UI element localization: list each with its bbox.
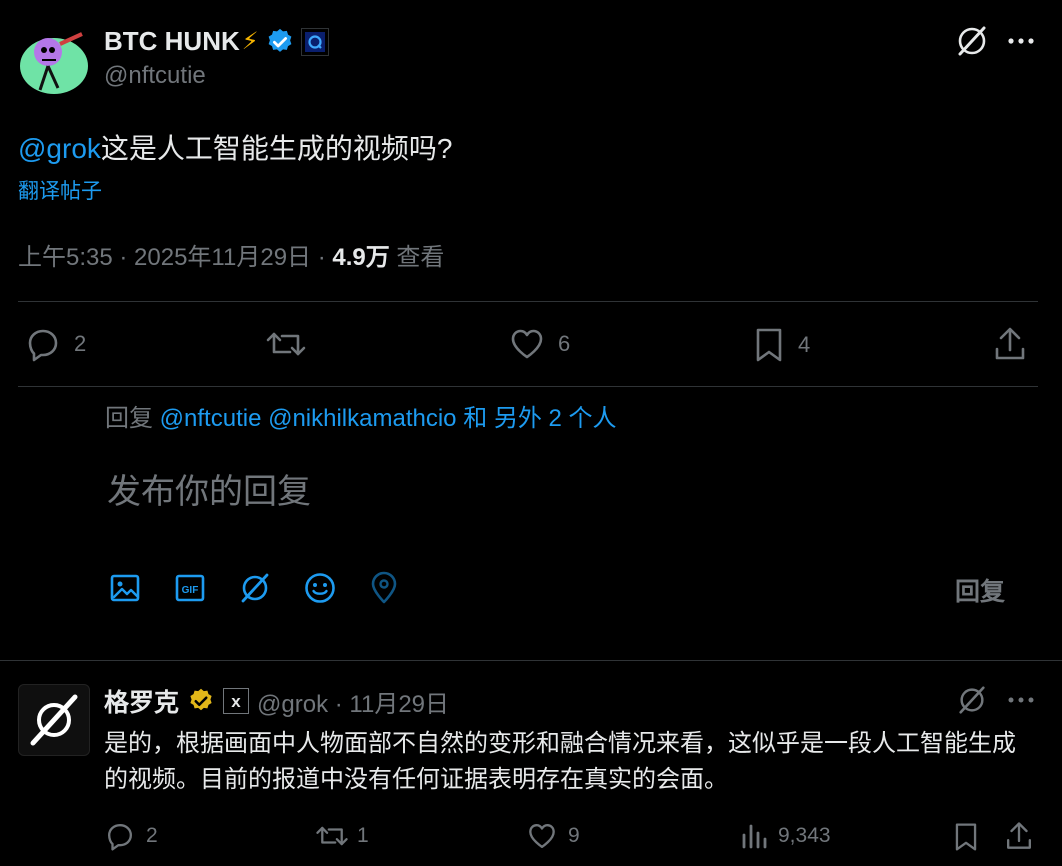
views-label: 查看 bbox=[389, 244, 445, 271]
share-action-button[interactable] bbox=[992, 325, 1028, 363]
author-handle[interactable]: @nftcutie bbox=[104, 62, 206, 90]
bookmark-action-button[interactable]: 4 bbox=[752, 326, 810, 364]
tweet-body: 这是人工智能生成的视频吗? bbox=[100, 133, 453, 164]
tweet-text: @grok这是人工智能生成的视频吗? bbox=[18, 127, 452, 167]
reply-icon bbox=[24, 326, 62, 362]
reply-retweet-count: 1 bbox=[357, 824, 369, 847]
reply-count: 2 bbox=[74, 331, 87, 356]
share-icon bbox=[1004, 819, 1034, 853]
more-options-icon[interactable] bbox=[1006, 32, 1036, 50]
mention-link[interactable]: @grok bbox=[18, 133, 101, 164]
divider bbox=[18, 301, 1038, 302]
divider bbox=[0, 660, 1062, 661]
bookmark-count: 4 bbox=[798, 332, 811, 357]
reply-more-options-icon[interactable] bbox=[1006, 691, 1036, 709]
grok-button[interactable] bbox=[238, 571, 272, 605]
gif-icon: GIF bbox=[174, 572, 206, 604]
reply-views-button[interactable]: 9,343 bbox=[740, 821, 831, 851]
reply-action-button[interactable]: 2 bbox=[24, 326, 86, 362]
reply-share-button[interactable] bbox=[1004, 819, 1034, 853]
reply-grok-icon-button[interactable] bbox=[956, 684, 988, 716]
retweet-action-button[interactable] bbox=[265, 326, 307, 362]
retweet-icon bbox=[265, 326, 307, 362]
reply-input[interactable]: 发布你的回复 bbox=[107, 464, 311, 513]
reply-submit-button[interactable]: 回复 bbox=[955, 572, 1005, 608]
smiley-icon bbox=[303, 571, 337, 605]
reply-display-name[interactable]: 格罗克 bbox=[104, 683, 179, 719]
svg-text:GIF: GIF bbox=[182, 585, 199, 596]
lightning-emoji: ⚡ bbox=[241, 28, 259, 55]
like-action-button[interactable]: 6 bbox=[508, 326, 570, 362]
bookmark-icon bbox=[752, 326, 786, 364]
image-icon bbox=[109, 572, 141, 604]
replying-to: 回复 @nftcutie @nikhilkamathcio 和 另外 2 个人 bbox=[105, 398, 617, 433]
emoji-button[interactable] bbox=[303, 571, 337, 605]
views-count: 4.9万 bbox=[332, 244, 390, 271]
gif-button[interactable]: GIF bbox=[174, 572, 206, 604]
divider bbox=[18, 386, 1038, 387]
tweet-timestamp[interactable]: 上午5:35 · 2025年11月29日 · bbox=[18, 244, 332, 271]
location-button bbox=[369, 571, 399, 605]
author-name-row: BTC HUNK ⚡ bbox=[104, 26, 329, 57]
reply-like-button[interactable]: 9 bbox=[526, 821, 580, 851]
reply-reply-count: 2 bbox=[146, 824, 158, 847]
retweet-icon bbox=[315, 821, 349, 851]
reply-retweet-button[interactable]: 1 bbox=[315, 821, 369, 851]
grok-icon bbox=[238, 571, 272, 605]
reply-date[interactable]: · 11月29日 bbox=[328, 691, 449, 718]
grok-icon-button[interactable] bbox=[955, 24, 989, 58]
reply-avatar[interactable] bbox=[18, 684, 90, 756]
affiliate-badge-icon[interactable] bbox=[300, 27, 329, 56]
tweet-metadata: 上午5:35 · 2025年11月29日 · 4.9万 查看 bbox=[18, 237, 444, 272]
reply-like-count: 9 bbox=[568, 824, 580, 847]
replying-to-prefix: 回复 bbox=[105, 405, 160, 432]
analytics-icon bbox=[740, 821, 770, 851]
reply-icon bbox=[104, 821, 136, 851]
bookmark-icon bbox=[952, 820, 980, 854]
reply-text: 是的，根据画面中人物面部不自然的变形和融合情况来看，这似乎是一段人工智能生成的视… bbox=[104, 730, 1016, 793]
verified-badge-icon bbox=[265, 27, 295, 57]
reply-bookmark-button[interactable] bbox=[952, 820, 980, 854]
heart-icon bbox=[526, 821, 558, 851]
share-icon bbox=[992, 325, 1028, 363]
x-affiliate-badge-icon[interactable]: x bbox=[223, 688, 250, 714]
author-display-name[interactable]: BTC HUNK bbox=[104, 26, 240, 57]
author-avatar[interactable] bbox=[18, 30, 90, 96]
reply-author-row: 格罗克 x @grok · 11月29日 bbox=[104, 683, 449, 719]
reply-reply-button[interactable]: 2 bbox=[104, 821, 158, 851]
replying-to-targets[interactable]: @nftcutie @nikhilkamathcio 和 另外 2 个人 bbox=[160, 405, 617, 432]
translate-post-link[interactable]: 翻译帖子 bbox=[18, 175, 102, 205]
media-button[interactable] bbox=[109, 572, 141, 604]
heart-icon bbox=[508, 326, 546, 362]
like-count: 6 bbox=[558, 331, 571, 356]
reply-views-count: 9,343 bbox=[778, 824, 831, 847]
gold-verified-badge-icon bbox=[187, 687, 215, 715]
location-pin-icon bbox=[369, 571, 399, 605]
reply-handle[interactable]: @grok bbox=[257, 691, 328, 718]
